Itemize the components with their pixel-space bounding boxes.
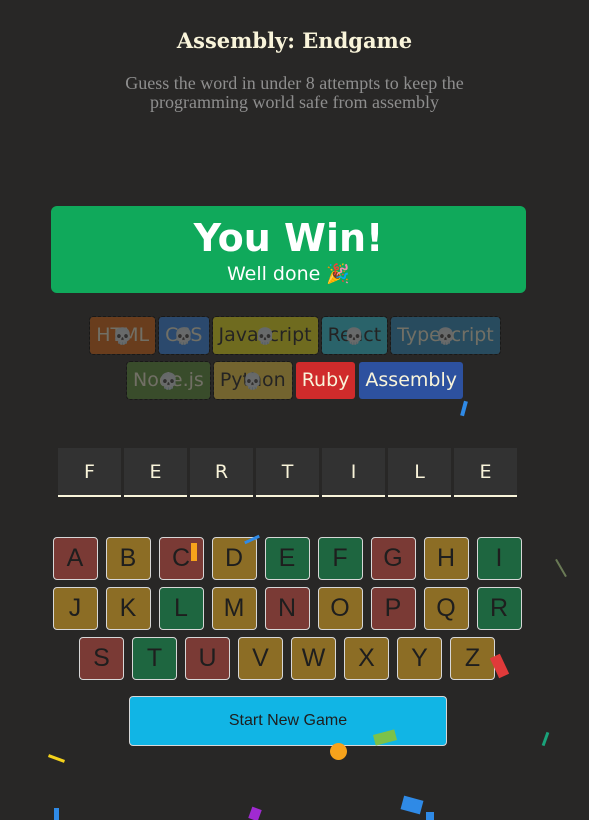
- confetti-piece: [460, 400, 468, 417]
- confetti-piece: [426, 812, 434, 820]
- confetti-piece: [541, 731, 550, 747]
- confetti-piece: [47, 754, 66, 763]
- key-p[interactable]: P: [370, 587, 416, 630]
- status-title: You Win!: [193, 216, 384, 260]
- key-m[interactable]: M: [211, 587, 257, 630]
- skull-icon: 💀: [112, 326, 133, 345]
- page-title: Assembly: Endgame: [176, 28, 413, 53]
- status-subtitle: Well done 🎉: [226, 263, 351, 285]
- skull-icon: 💀: [242, 371, 263, 390]
- key-q[interactable]: Q: [423, 587, 469, 630]
- word-letter: T: [256, 448, 319, 497]
- key-a[interactable]: A: [52, 537, 98, 580]
- keyboard: ABCDEFGHIJKLMNOPQRSTUVWXYZ: [50, 537, 524, 680]
- language-chip: CSS 💀: [158, 316, 210, 355]
- key-s[interactable]: S: [79, 637, 124, 680]
- language-chip: Typescript 💀: [390, 316, 501, 355]
- language-chip: Assembly: [359, 362, 463, 399]
- confetti-piece: [400, 795, 424, 815]
- skull-icon: 💀: [158, 371, 179, 390]
- confetti-piece: [330, 743, 347, 760]
- language-chip: Node.js 💀: [126, 361, 211, 400]
- word-letter: L: [388, 448, 451, 497]
- language-chips: HTML 💀 CSS 💀 Javascript 💀 React 💀 Typescript 💀 Nod…: [80, 316, 510, 400]
- key-e[interactable]: E: [264, 537, 310, 580]
- key-l[interactable]: L: [158, 587, 204, 630]
- page-subtitle: Guess the word in under 8 attempts to ke…: [125, 73, 464, 112]
- key-t[interactable]: T: [132, 637, 177, 680]
- skull-icon: 💀: [344, 326, 365, 345]
- status-banner: You Win! Well done 🎉: [51, 206, 526, 293]
- key-h[interactable]: H: [423, 537, 469, 580]
- word-letter: E: [124, 448, 187, 497]
- word-display: FERTILE: [58, 448, 517, 497]
- skull-icon: 💀: [435, 326, 456, 345]
- word-letter: E: [454, 448, 517, 497]
- word-letter: I: [322, 448, 385, 497]
- key-n[interactable]: N: [264, 587, 310, 630]
- word-letter: R: [190, 448, 253, 497]
- key-g[interactable]: G: [370, 537, 416, 580]
- language-chip: Python 💀: [212, 361, 293, 400]
- key-x[interactable]: X: [344, 637, 389, 680]
- skull-icon: 💀: [173, 326, 194, 345]
- skull-icon: 💀: [255, 326, 276, 345]
- key-y[interactable]: Y: [397, 637, 442, 680]
- key-f[interactable]: F: [317, 537, 363, 580]
- key-u[interactable]: U: [185, 637, 230, 680]
- key-w[interactable]: W: [291, 637, 336, 680]
- key-r[interactable]: R: [476, 587, 522, 630]
- confetti-piece: [248, 806, 262, 820]
- confetti-piece: [555, 558, 567, 578]
- key-z[interactable]: Z: [450, 637, 495, 680]
- key-d[interactable]: D: [211, 537, 257, 580]
- key-j[interactable]: J: [52, 587, 98, 630]
- key-i[interactable]: I: [476, 537, 522, 580]
- language-chip-label: Assembly: [365, 369, 457, 391]
- key-o[interactable]: O: [317, 587, 363, 630]
- key-b[interactable]: B: [105, 537, 151, 580]
- language-chip: React 💀: [320, 316, 389, 355]
- language-chip-label: Ruby: [301, 369, 350, 391]
- language-chip: Javascript 💀: [211, 316, 319, 355]
- confetti-piece: [191, 543, 197, 561]
- word-letter: F: [58, 448, 121, 497]
- new-game-button[interactable]: Start New Game: [129, 696, 447, 746]
- key-k[interactable]: K: [105, 587, 151, 630]
- language-chip: Ruby: [295, 362, 356, 399]
- language-chip: HTML 💀: [89, 316, 157, 355]
- key-v[interactable]: V: [238, 637, 283, 680]
- confetti-piece: [54, 808, 59, 820]
